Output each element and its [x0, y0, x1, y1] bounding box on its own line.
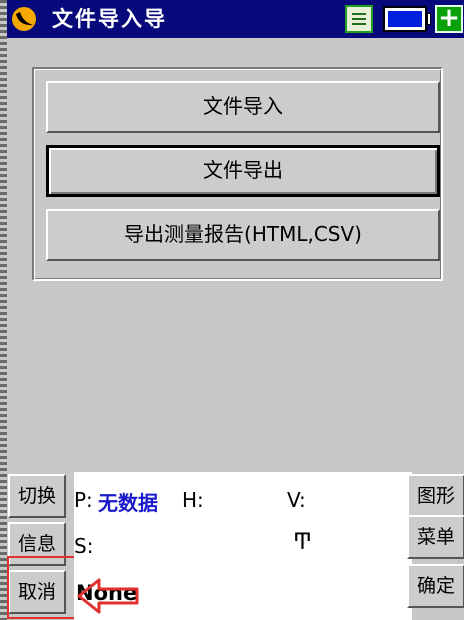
antenna-icon: Ͳ	[293, 530, 312, 555]
battery-tip-icon	[427, 13, 431, 25]
plus-icon[interactable]: +	[435, 5, 463, 33]
ok-button[interactable]: 确定	[407, 564, 464, 608]
arrow-left-icon	[77, 578, 139, 614]
title-bar: 文件导入导 +	[7, 0, 464, 38]
p-value: 无数据	[98, 491, 158, 515]
file-import-button[interactable]: 文件导入	[46, 81, 440, 133]
bottom-bar: 切换 信息 取消 P: 无数据 H: V: S: Ͳ None 图形 菜单 确定	[7, 472, 464, 620]
window-title: 文件导入导	[52, 7, 167, 31]
file-export-button[interactable]: 文件导出	[46, 145, 440, 197]
graph-button[interactable]: 图形	[407, 474, 464, 518]
menu-button[interactable]: 菜单	[407, 515, 464, 559]
s-label: S:	[74, 534, 94, 558]
export-report-button[interactable]: 导出测量报告(HTML,CSV)	[46, 209, 440, 261]
notepad-icon[interactable]	[345, 5, 373, 33]
status-panel: P: 无数据 H: V: S: Ͳ None	[74, 472, 412, 620]
v-label: V:	[287, 488, 306, 512]
app-logo-icon	[12, 7, 36, 31]
battery-icon[interactable]	[383, 6, 427, 32]
cancel-highlight-box	[7, 556, 78, 619]
switch-button[interactable]: 切换	[8, 474, 66, 518]
left-edge	[0, 0, 7, 620]
h-label: H:	[182, 488, 204, 512]
p-label: P:	[74, 488, 93, 512]
